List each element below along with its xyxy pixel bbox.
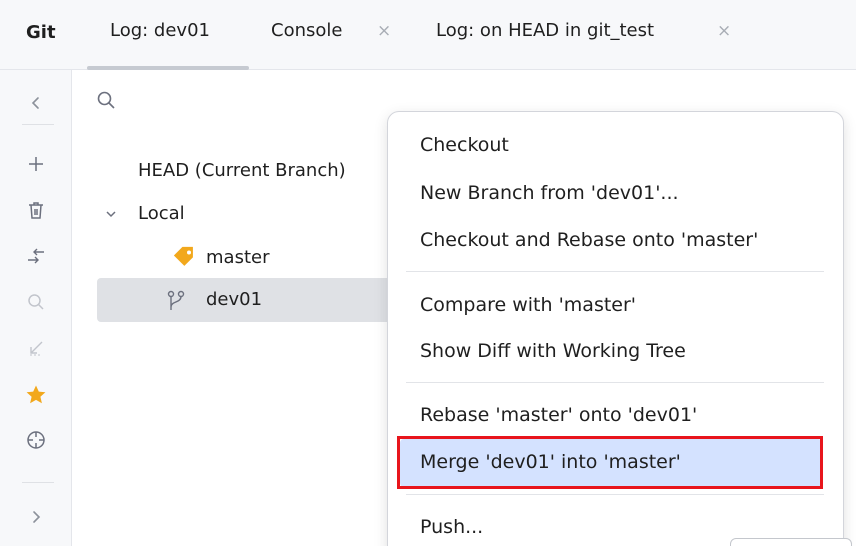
menu-item-rebase[interactable]: Rebase 'master' onto 'dev01': [420, 404, 697, 426]
tree-item-local[interactable]: Local: [138, 203, 185, 224]
tree-item-master[interactable]: master: [206, 247, 269, 268]
tab-console-close-icon[interactable]: ×: [377, 21, 391, 41]
tab-log-head-close-icon[interactable]: ×: [717, 21, 731, 41]
toolbar-separator: [22, 124, 54, 125]
branches-toolbar: [0, 70, 72, 546]
tag-icon: [172, 246, 196, 273]
fetch-arrows-icon[interactable]: [0, 246, 72, 271]
tool-window-tab-bar: Git Log: dev01 Console × Log: on HEAD in…: [0, 0, 856, 70]
menu-item-push[interactable]: Push...: [420, 516, 483, 538]
tree-item-dev01[interactable]: dev01: [206, 289, 262, 310]
tree-search-icon[interactable]: [96, 90, 116, 114]
chevron-left-icon[interactable]: [0, 92, 72, 116]
menu-item-compare[interactable]: Compare with 'master': [420, 294, 636, 316]
collapse-icon[interactable]: [0, 338, 72, 362]
search-icon[interactable]: [0, 292, 72, 316]
tab-log-head-git-test[interactable]: Log: on HEAD in git_test: [436, 20, 654, 41]
menu-item-new-branch[interactable]: New Branch from 'dev01'...: [420, 182, 679, 204]
tab-log-dev01[interactable]: Log: dev01: [110, 20, 210, 41]
menu-item-show-diff[interactable]: Show Diff with Working Tree: [420, 340, 686, 362]
tab-console[interactable]: Console: [271, 20, 342, 41]
chevron-right-icon[interactable]: [0, 506, 72, 530]
menu-separator: [406, 494, 824, 495]
branch-icon: [166, 290, 186, 317]
menu-item-checkout-rebase[interactable]: Checkout and Rebase onto 'master': [420, 229, 758, 251]
menu-separator: [406, 382, 824, 383]
tool-window-title: Git: [26, 22, 56, 43]
menu-separator: [406, 271, 824, 272]
trash-icon[interactable]: [0, 200, 72, 225]
git-tool-window: Git Log: dev01 Console × Log: on HEAD in…: [0, 0, 856, 546]
chevron-down-icon[interactable]: [104, 207, 118, 225]
bottom-corner-panel: [730, 538, 852, 546]
plus-icon[interactable]: [0, 154, 72, 178]
toolbar-separator: [22, 482, 54, 483]
crosshair-icon[interactable]: [0, 430, 72, 455]
star-icon[interactable]: [0, 384, 72, 411]
menu-item-checkout[interactable]: Checkout: [420, 134, 509, 156]
annotation-highlight-box: [397, 436, 823, 489]
tree-item-head[interactable]: HEAD (Current Branch): [138, 160, 346, 181]
